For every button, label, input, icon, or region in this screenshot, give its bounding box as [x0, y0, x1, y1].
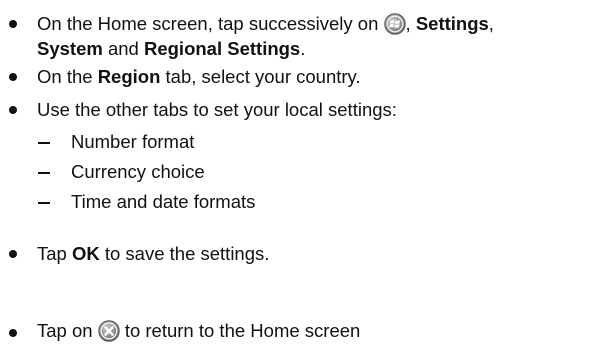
step-4: Tap OK to save the settings. [37, 242, 269, 266]
step-1-comma: , [405, 13, 411, 34]
bullet [9, 329, 17, 337]
step-3: Use the other tabs to set your local set… [37, 98, 397, 122]
bullet [9, 250, 17, 258]
dash [38, 172, 50, 174]
dash [38, 202, 50, 204]
step-1-text: On the Home screen, tap successively on [37, 13, 379, 34]
step-2: On the Region tab, select your country. [37, 65, 361, 89]
system-label: System [37, 38, 103, 59]
step-1-comma-2: , [488, 13, 494, 34]
dash [38, 142, 50, 144]
step-1-and: and [107, 38, 139, 59]
step-5-text-a: Tap on [37, 320, 93, 341]
regional-settings-label: Regional Settings [143, 38, 301, 59]
settings-label: Settings [415, 13, 489, 34]
region-tab-label: Region [97, 66, 161, 87]
step-4-text-a: Tap [37, 243, 67, 264]
bullet [9, 20, 17, 28]
subitem-currency-choice: Currency choice [71, 161, 205, 182]
step-4-text-b: to save the settings. [104, 243, 270, 264]
bullet [9, 106, 17, 114]
bullet [9, 73, 17, 81]
step-5: Tap on to return to the Home screen [37, 319, 360, 343]
step-1-period: . [300, 38, 306, 59]
subitem-number-format: Number format [71, 131, 195, 152]
step-5-text-b: to return to the Home screen [124, 320, 361, 341]
ok-label: OK [71, 243, 100, 264]
close-x-icon [97, 320, 120, 342]
step-2-text-a: On the [37, 66, 93, 87]
step-1-line-1: On the Home screen, tap successively on … [37, 12, 494, 36]
step-2-text-b: tab, select your country. [165, 66, 361, 87]
step-3-text: Use the other tabs to set your local set… [37, 99, 397, 120]
subitem-time-date-formats: Time and date formats [71, 191, 256, 212]
step-1-line-2: System and Regional Settings. [37, 37, 305, 61]
instructions-document: On the Home screen, tap successively on … [0, 0, 608, 349]
windows-start-icon [383, 13, 406, 35]
